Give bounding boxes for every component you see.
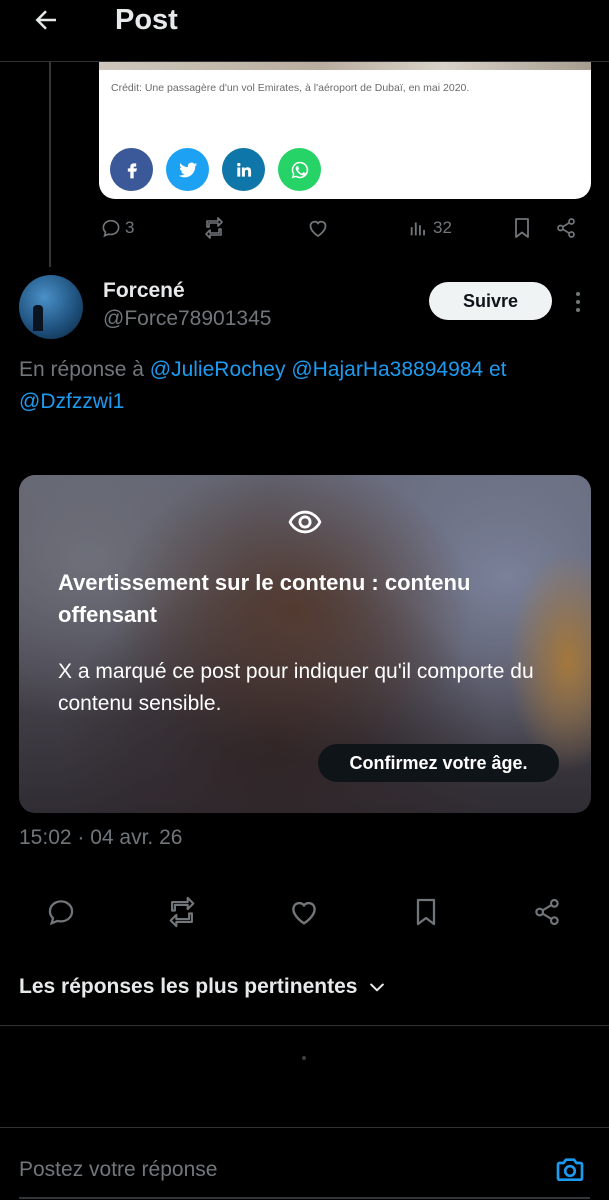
post-timestamp[interactable]: 15:02 · 04 avr. 26	[19, 826, 182, 850]
previous-post-actions: 3 32	[100, 212, 590, 244]
warning-title: Avertissement sur le contenu : contenu o…	[58, 570, 471, 627]
more-dot-icon	[576, 292, 580, 296]
article-image-strip	[99, 62, 591, 70]
whatsapp-share-button[interactable]	[278, 148, 321, 191]
divider	[0, 1025, 609, 1026]
article-card[interactable]: Crédit: Une passagère d'un vol Emirates,…	[99, 62, 591, 199]
reply-count: 3	[125, 218, 135, 237]
article-caption: Crédit: Une passagère d'un vol Emirates,…	[111, 82, 470, 94]
back-button[interactable]	[28, 2, 64, 38]
follow-button[interactable]: Suivre	[429, 282, 552, 320]
share-button[interactable]	[525, 890, 569, 934]
arrow-left-icon	[35, 10, 56, 30]
views-count: 32	[433, 218, 452, 237]
mention-link[interactable]: @Dzfzzwi1	[19, 390, 124, 413]
thread-connector-line	[49, 62, 51, 267]
heart-icon	[292, 901, 316, 925]
repost-action[interactable]	[202, 212, 226, 244]
user-handle[interactable]: @Force78901345	[103, 307, 271, 331]
avatar[interactable]	[19, 275, 83, 339]
bookmark-action[interactable]	[510, 212, 534, 244]
reply-button[interactable]	[39, 890, 83, 934]
page-title: Post	[115, 4, 178, 36]
mention-link[interactable]: @JulieRochey	[150, 358, 286, 381]
like-action[interactable]	[306, 212, 330, 244]
replies-sort-dropdown[interactable]: Les réponses les plus pertinentes	[19, 970, 387, 1004]
composer-underline	[19, 1197, 590, 1199]
like-button[interactable]	[282, 890, 326, 934]
twitter-share-button[interactable]	[166, 148, 209, 191]
top-bar: Post	[0, 0, 609, 62]
facebook-share-button[interactable]	[110, 148, 153, 191]
views-action[interactable]: 32	[408, 212, 452, 244]
share-buttons	[110, 148, 321, 191]
share-icon	[557, 218, 575, 238]
share-action[interactable]	[554, 212, 578, 244]
camera-icon	[556, 1158, 584, 1181]
sort-label: Les réponses les plus pertinentes	[19, 975, 358, 998]
heart-icon	[309, 220, 327, 238]
bookmark-icon	[515, 218, 529, 238]
whatsapp-icon	[291, 161, 308, 178]
loading-dot	[302, 1056, 306, 1060]
twitter-icon	[178, 162, 197, 177]
bookmark-button[interactable]	[404, 890, 448, 934]
bookmark-icon	[416, 898, 436, 926]
display-name[interactable]: Forcené	[103, 279, 185, 303]
reply-input[interactable]	[19, 1150, 519, 1190]
more-dot-icon	[576, 308, 580, 312]
camera-button[interactable]	[552, 1151, 588, 1187]
warning-text: X a marqué ce post pour indiquer qu'il c…	[58, 660, 534, 715]
chevron-down-icon	[370, 983, 385, 992]
divider	[0, 1127, 609, 1128]
mention-joiner: et	[483, 358, 507, 381]
repost-icon	[205, 217, 223, 239]
post-actions	[0, 890, 609, 934]
mention-link[interactable]: @HajarHa38894984	[291, 358, 483, 381]
reply-icon	[102, 219, 120, 238]
replying-to: En réponse à @JulieRochey @HajarHa388949…	[19, 354, 594, 418]
eye-icon	[288, 510, 322, 534]
linkedin-share-button[interactable]	[222, 148, 265, 191]
reply-prefix: En réponse à	[19, 358, 150, 381]
sensitive-media-cover[interactable]: Avertissement sur le contenu : contenu o…	[19, 475, 591, 813]
reply-action[interactable]: 3	[100, 212, 134, 244]
more-options-button[interactable]	[568, 288, 588, 316]
linkedin-icon	[236, 162, 251, 177]
confirm-age-button[interactable]: Confirmez votre âge.	[318, 744, 559, 782]
more-dot-icon	[576, 300, 580, 304]
analytics-icon	[410, 222, 425, 236]
repost-button[interactable]	[160, 890, 204, 934]
repost-icon	[169, 896, 195, 928]
reply-icon	[48, 900, 74, 926]
facebook-icon	[127, 162, 137, 178]
share-icon	[535, 898, 559, 926]
